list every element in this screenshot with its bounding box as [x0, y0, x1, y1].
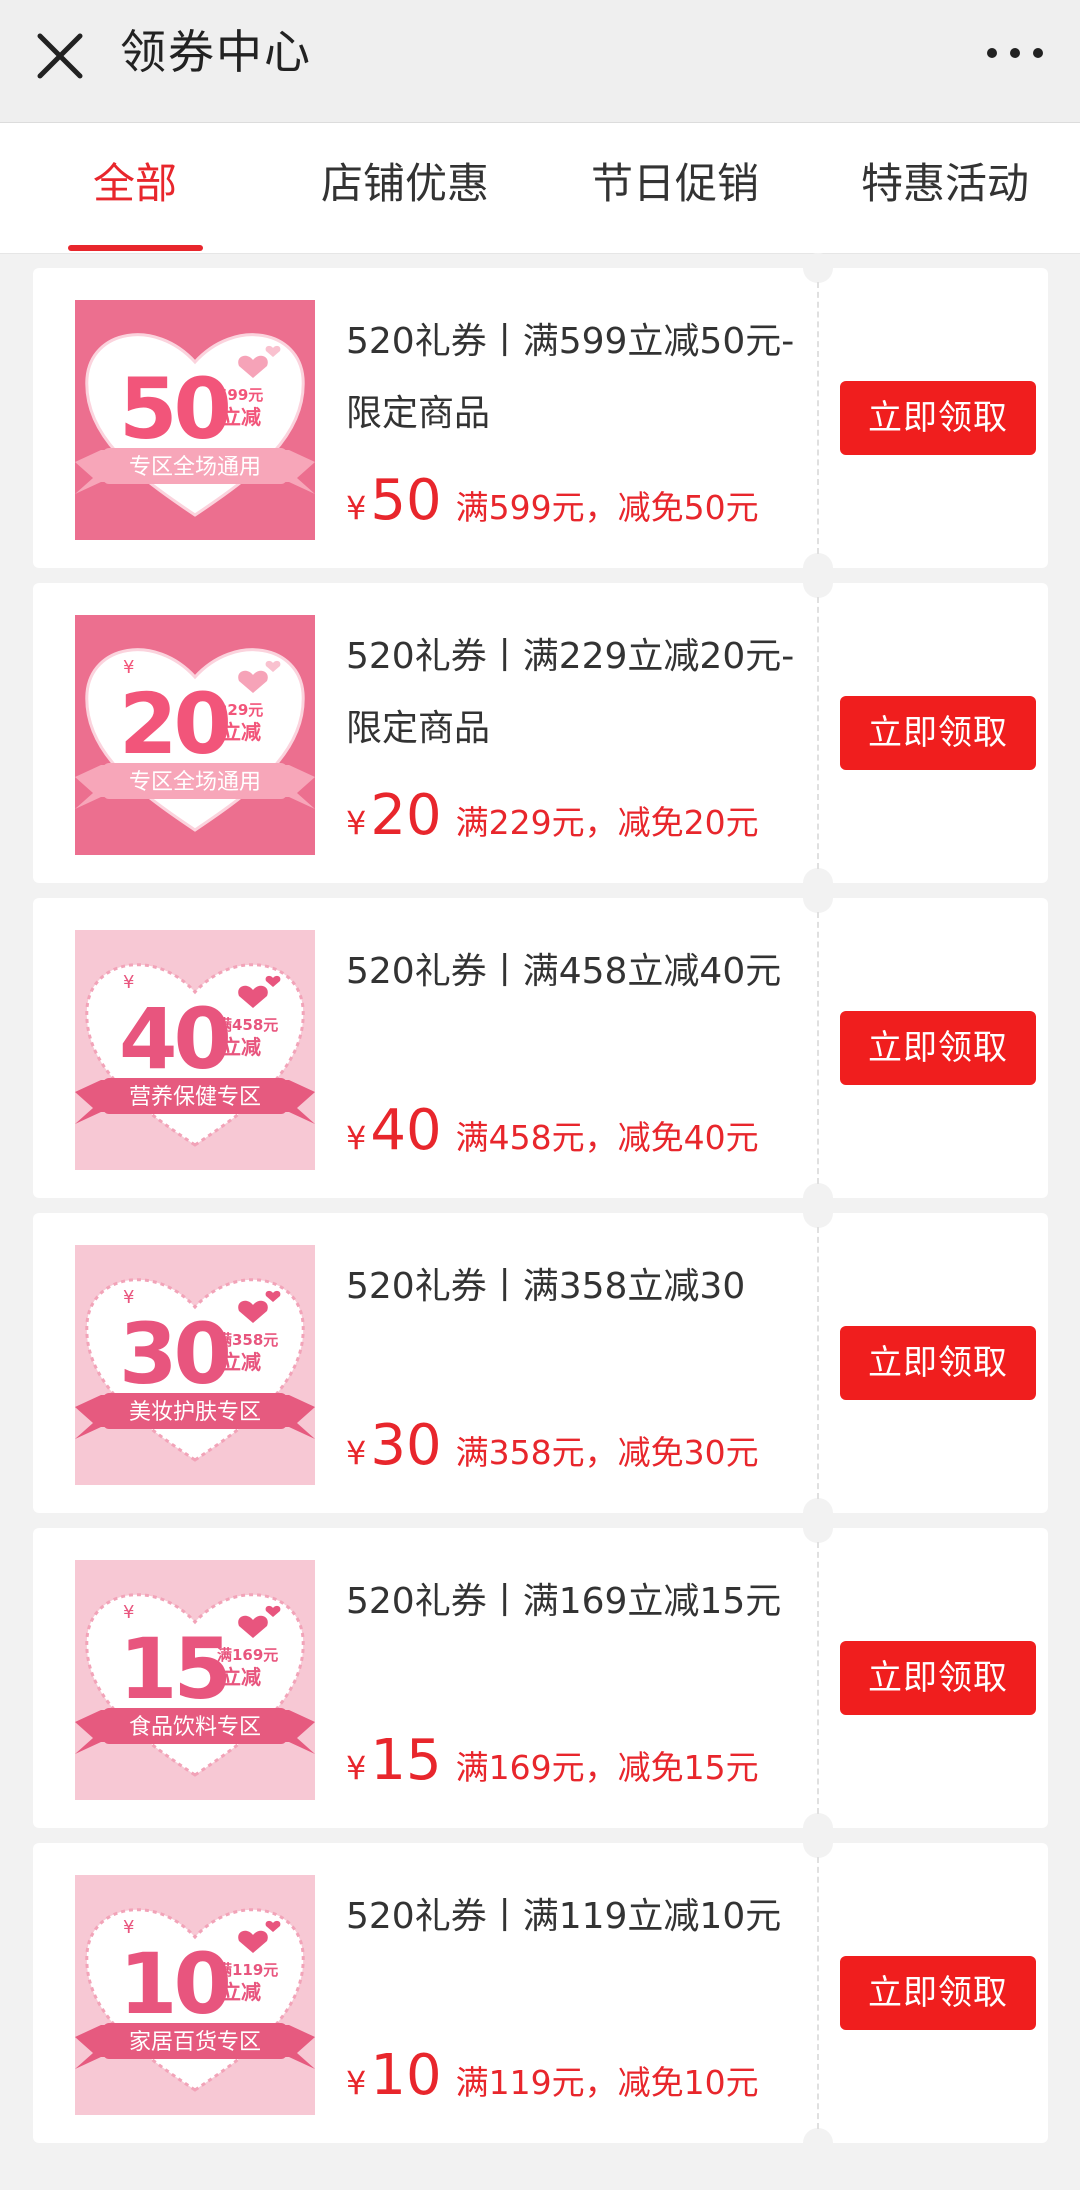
thumb-threshold: 满358元: [217, 1331, 278, 1349]
coupon-price-row: ¥20 满229元，减免20元: [346, 783, 816, 853]
tab-bar: 全部 店铺优惠 节日促销 特惠活动: [0, 123, 1080, 254]
coupon-notch-top: [803, 568, 833, 598]
coupon-card: ¥ 30 满358元 立减 美妆护肤专区 520礼券丨满358立减30 ¥30 满…: [33, 1198, 1048, 1528]
coupon-price-row: ¥30 满358元，减免30元: [346, 1413, 816, 1483]
thumb-amount: 50: [119, 360, 228, 458]
coupon-title: 520礼券丨满358立减30: [346, 1266, 746, 1307]
coupon-thumbnail: ¥ 20 229元 立减 专区全场通用: [75, 615, 315, 855]
coupon-thumbnail: ¥ 15 满169元 立减 食品饮料专区: [75, 1560, 315, 1800]
thumb-amount: 10: [119, 1935, 228, 2033]
currency-symbol: ¥: [346, 1749, 367, 1787]
coupon-amount: 50: [370, 468, 442, 533]
coupon-perforation: [817, 282, 819, 554]
thumb-discount-label: 立减: [221, 1035, 261, 1059]
currency-symbol: ¥: [346, 1434, 367, 1472]
coupon-amount: 15: [370, 1728, 442, 1793]
coupon-perforation: [817, 912, 819, 1184]
coupon-card: ¥ 10 满119元 立减 家居百货专区 520礼券丨满119立减10元 ¥10…: [33, 1828, 1048, 2158]
coupon-condition: 满119元，减免10元: [455, 2063, 759, 2102]
coupon-title: 520礼券丨满599立减50元-限定商品: [346, 321, 795, 434]
thumb-ribbon-text: 家居百货专区: [129, 2030, 261, 2055]
coupon-amount: 10: [370, 2043, 442, 2108]
coupon-notch-top: [803, 253, 833, 283]
coupon-amount: 20: [370, 783, 442, 848]
thumb-ribbon-text: 美妆护肤专区: [129, 1400, 261, 1425]
coupon-perforation: [817, 1227, 819, 1499]
coupon-thumbnail: ¥ 30 满358元 立减 美妆护肤专区: [75, 1245, 315, 1485]
tab-all[interactable]: 全部: [0, 123, 270, 253]
coupon-title: 520礼券丨满458立减40元: [346, 951, 782, 992]
thumb-ribbon-text: 食品饮料专区: [129, 1715, 261, 1740]
coupon-card: 50 599元 立减 专区全场通用 520礼券丨满599立减50元-限定商品 ¥…: [33, 253, 1048, 583]
thumb-discount-label: 立减: [221, 405, 261, 429]
coupon-title: 520礼券丨满229立减20元-限定商品: [346, 636, 795, 749]
thumb-amount: 30: [119, 1305, 228, 1403]
claim-coupon-button[interactable]: 立即领取: [840, 1956, 1036, 2030]
coupon-price-row: ¥40 满458元，减免40元: [346, 1098, 816, 1168]
thumb-discount-label: 立减: [221, 1350, 261, 1374]
thumb-amount: 20: [119, 675, 228, 773]
claim-coupon-button[interactable]: 立即领取: [840, 381, 1036, 455]
page-title: 领券中心: [120, 25, 312, 79]
coupon-notch-top: [803, 1513, 833, 1543]
thumb-discount-label: 立减: [221, 1980, 261, 2004]
claim-coupon-button[interactable]: 立即领取: [840, 696, 1036, 770]
tab-special-offers[interactable]: 特惠活动: [810, 123, 1080, 253]
tab-store-discounts[interactable]: 店铺优惠: [270, 123, 540, 253]
thumb-amount: 40: [119, 990, 228, 1088]
coupon-amount: 30: [370, 1413, 442, 1478]
thumb-threshold: 599元: [217, 386, 263, 404]
coupon-title: 520礼券丨满169立减15元: [346, 1581, 782, 1622]
coupon-title: 520礼券丨满119立减10元: [346, 1896, 782, 1937]
currency-symbol: ¥: [346, 2064, 367, 2102]
top-bar: 领券中心: [0, 0, 1080, 123]
thumb-amount: 15: [119, 1620, 228, 1718]
coupon-price-row: ¥10 满119元，减免10元: [346, 2043, 816, 2113]
thumb-ribbon-text: 专区全场通用: [129, 770, 261, 795]
thumb-ribbon-text: 营养保健专区: [129, 1085, 261, 1110]
close-icon[interactable]: [30, 26, 90, 86]
tab-holiday-promotions[interactable]: 节日促销: [540, 123, 810, 253]
coupon-condition: 满358元，减免30元: [455, 1433, 759, 1472]
coupon-notch-top: [803, 1198, 833, 1228]
thumb-threshold: 满169元: [217, 1646, 278, 1664]
thumb-discount-label: 立减: [221, 1665, 261, 1689]
more-icon[interactable]: [980, 30, 1050, 76]
coupon-condition: 满169元，减免15元: [455, 1748, 759, 1787]
thumb-ribbon-text: 专区全场通用: [129, 455, 261, 480]
coupon-card: ¥ 20 229元 立减 专区全场通用 520礼券丨满229立减20元-限定商品…: [33, 568, 1048, 898]
coupon-card: ¥ 40 满458元 立减 营养保健专区 520礼券丨满458立减40元 ¥40…: [33, 883, 1048, 1213]
coupon-notch-bottom: [803, 2128, 833, 2158]
claim-coupon-button[interactable]: 立即领取: [840, 1641, 1036, 1715]
coupon-price-row: ¥15 满169元，减免15元: [346, 1728, 816, 1798]
coupon-thumbnail: ¥ 10 满119元 立减 家居百货专区: [75, 1875, 315, 2115]
coupon-perforation: [817, 597, 819, 869]
currency-symbol: ¥: [346, 1119, 367, 1157]
coupon-condition: 满229元，减免20元: [455, 803, 759, 842]
coupon-notch-top: [803, 883, 833, 913]
coupon-price-row: ¥50 满599元，减免50元: [346, 468, 816, 538]
thumb-threshold: 满119元: [217, 1961, 278, 1979]
currency-symbol: ¥: [346, 489, 367, 527]
coupon-thumbnail: ¥ 40 满458元 立减 营养保健专区: [75, 930, 315, 1170]
claim-coupon-button[interactable]: 立即领取: [840, 1326, 1036, 1400]
thumb-threshold: 满458元: [217, 1016, 278, 1034]
thumb-threshold: 229元: [217, 701, 263, 719]
coupon-condition: 满458元，减免40元: [455, 1118, 759, 1157]
coupon-condition: 满599元，减免50元: [455, 488, 759, 527]
active-tab-indicator: [68, 245, 203, 251]
coupon-amount: 40: [370, 1098, 442, 1163]
coupon-perforation: [817, 1857, 819, 2129]
coupon-perforation: [817, 1542, 819, 1814]
coupon-card: ¥ 15 满169元 立减 食品饮料专区 520礼券丨满169立减15元 ¥15…: [33, 1513, 1048, 1843]
thumb-discount-label: 立减: [221, 720, 261, 744]
currency-symbol: ¥: [346, 804, 367, 842]
coupon-notch-top: [803, 1828, 833, 1858]
claim-coupon-button[interactable]: 立即领取: [840, 1011, 1036, 1085]
coupon-thumbnail: 50 599元 立减 专区全场通用: [75, 300, 315, 540]
